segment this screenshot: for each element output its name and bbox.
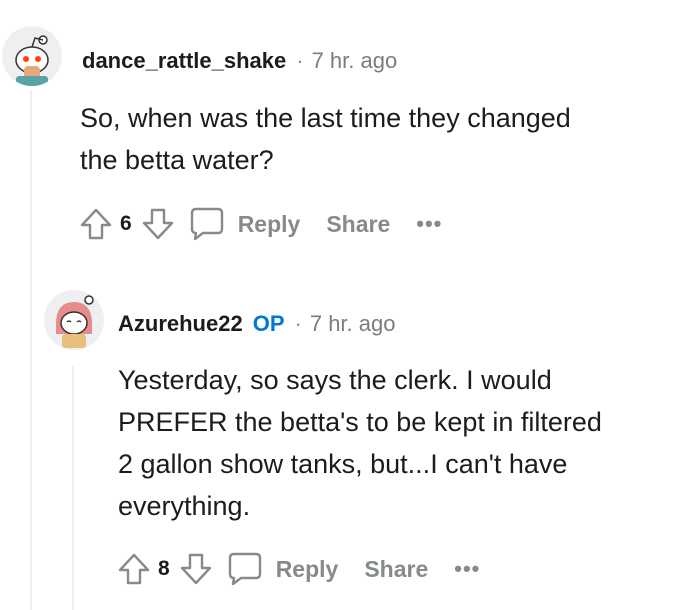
more-options-button[interactable]: ••• bbox=[416, 211, 442, 237]
reply-button[interactable]: Reply bbox=[226, 550, 339, 588]
comment-body: Yesterday, so says the clerk. I would PR… bbox=[118, 359, 602, 527]
username[interactable]: dance_rattle_shake bbox=[82, 48, 286, 74]
op-badge: OP bbox=[252, 311, 285, 336]
comment-body-line: Yesterday, so says the clerk. I would bbox=[118, 365, 552, 395]
upvote-icon[interactable] bbox=[78, 206, 114, 242]
comment-meta: dance_rattle_shake · 7 hr. ago bbox=[82, 48, 397, 74]
comment-body-line: PREFER the betta's to be kept in filtere… bbox=[118, 407, 602, 437]
reply-button[interactable]: Reply bbox=[188, 205, 301, 243]
comment-body: So, when was the last time they changed … bbox=[80, 97, 571, 181]
comment-actions: 6 Reply Share ••• bbox=[78, 204, 442, 244]
comment-meta: Azurehue22 OP · 7 hr. ago bbox=[118, 311, 395, 337]
share-button[interactable]: Share bbox=[364, 556, 428, 583]
avatar[interactable] bbox=[2, 26, 62, 86]
comment-body-line: So, when was the last time they changed bbox=[80, 103, 571, 133]
downvote-icon[interactable] bbox=[140, 206, 176, 242]
downvote-icon[interactable] bbox=[178, 551, 214, 587]
comment-bubble-icon bbox=[226, 550, 264, 588]
thread-line-parent[interactable] bbox=[30, 90, 32, 610]
comment-body-line: the betta water? bbox=[80, 145, 274, 175]
more-options-button[interactable]: ••• bbox=[454, 556, 480, 582]
upvote-icon[interactable] bbox=[116, 551, 152, 587]
comment-body-line: 2 gallon show tanks, but...I can't have bbox=[118, 449, 568, 479]
vote-score: 6 bbox=[120, 212, 132, 235]
comment-actions: 8 Reply Share ••• bbox=[116, 549, 480, 589]
snoo-avatar-icon bbox=[44, 290, 104, 350]
vote-score: 8 bbox=[158, 557, 170, 580]
avatar[interactable] bbox=[44, 290, 104, 350]
meta-separator: · bbox=[296, 48, 304, 73]
reply-label: Reply bbox=[275, 555, 339, 582]
comment-bubble-icon bbox=[188, 205, 226, 243]
username[interactable]: Azurehue22 bbox=[118, 311, 243, 337]
timestamp[interactable]: 7 hr. ago bbox=[312, 48, 398, 74]
comment-body-line: everything. bbox=[118, 491, 251, 521]
share-button[interactable]: Share bbox=[326, 211, 390, 238]
reply-label: Reply bbox=[237, 210, 301, 237]
snoo-avatar-icon bbox=[2, 26, 62, 86]
timestamp[interactable]: 7 hr. ago bbox=[310, 311, 396, 337]
meta-separator: · bbox=[294, 311, 302, 336]
thread-line-child[interactable] bbox=[72, 365, 74, 610]
